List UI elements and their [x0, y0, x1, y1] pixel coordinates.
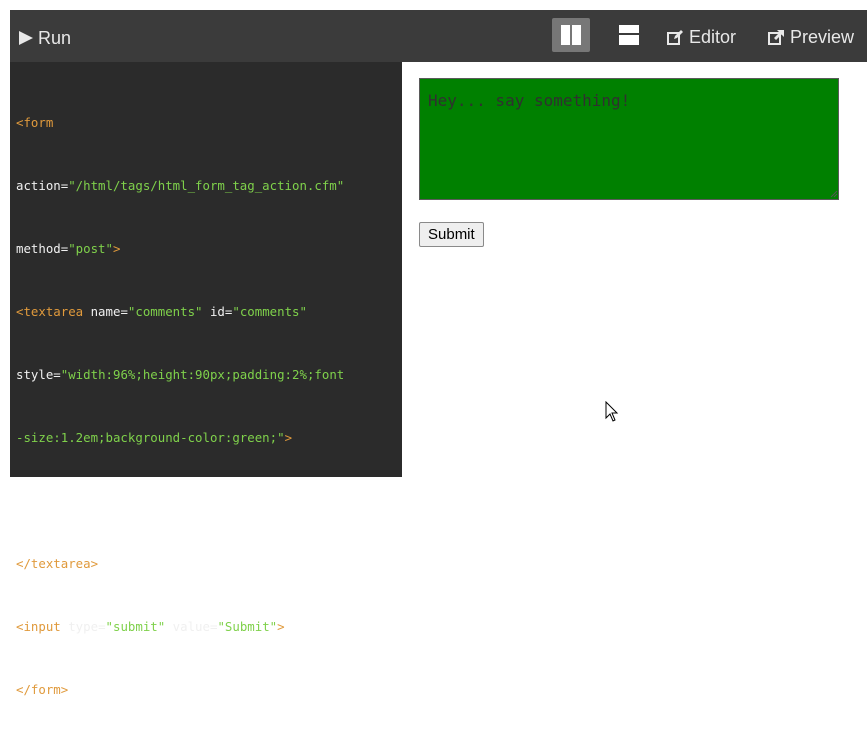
code-value: "comments": [127, 304, 203, 319]
code-tag: </form>: [16, 682, 69, 697]
code-tag: >: [112, 241, 121, 256]
preview-label: Preview: [790, 26, 855, 47]
preview-pane: Hey... say something! Submit: [402, 62, 867, 477]
code-value: "post": [68, 241, 113, 256]
code-line: Hey... say something!: [16, 490, 400, 511]
code-line: <input type="submit" value="Submit">: [16, 616, 400, 637]
resize-grip-icon[interactable]: [830, 190, 838, 198]
code-value: "comments": [232, 304, 307, 319]
code-line: -size:1.2em;background-color:green;">: [16, 427, 400, 448]
code-tag: >: [277, 619, 285, 634]
code-attr: id=: [202, 304, 233, 319]
code-value: "submit": [105, 619, 166, 634]
columns-icon: [561, 25, 581, 45]
code-text-content: Hey... say something!: [16, 493, 173, 508]
code-editor[interactable]: <form action="/html/tags/html_form_tag_a…: [10, 62, 402, 697]
code-value: -size:1.2em;background-color:green;": [16, 430, 285, 445]
submit-button[interactable]: Submit: [419, 222, 484, 247]
code-attr: method=: [16, 241, 69, 256]
code-attr: value=: [165, 619, 218, 634]
code-playground: Run Editor Preview <form action="/html/t…: [10, 10, 867, 697]
code-attr: action=: [16, 178, 69, 193]
code-value: "width:96%;height:90px;padding:2%;font: [60, 367, 345, 382]
code-attr: name=: [83, 304, 128, 319]
comments-textarea[interactable]: Hey... say something!: [419, 78, 839, 200]
layout-stacked-button[interactable]: [610, 18, 648, 52]
rows-icon: [619, 25, 639, 45]
external-link-icon: [768, 29, 784, 45]
editor-label: Editor: [689, 26, 737, 47]
code-value: "/html/tags/html_form_tag_action.cfm": [68, 178, 345, 193]
play-icon: [19, 31, 33, 45]
run-button[interactable]: Run: [18, 24, 71, 52]
editor-button[interactable]: Editor: [667, 25, 736, 49]
code-line: </form>: [16, 679, 400, 700]
run-label: Run: [38, 27, 72, 48]
code-text[interactable]: <form action="/html/tags/html_form_tag_a…: [16, 70, 400, 742]
code-attr: type=: [60, 619, 106, 634]
code-value: "Submit": [217, 619, 278, 634]
code-attr: style=: [16, 367, 61, 382]
toolbar: Run Editor Preview: [10, 10, 867, 62]
code-tag: >: [284, 430, 293, 445]
code-line: method="post">: [16, 238, 400, 259]
code-line: </textarea>: [16, 553, 400, 574]
code-line: <textarea name="comments" id="comments": [16, 301, 400, 322]
preview-button[interactable]: Preview: [768, 25, 854, 49]
code-line: style="width:96%;height:90px;padding:2%;…: [16, 364, 400, 385]
layout-side-by-side-button[interactable]: [552, 18, 590, 52]
code-tag: <input: [16, 619, 61, 634]
code-line: <form: [16, 112, 400, 133]
code-tag: <form: [16, 115, 54, 130]
code-tag: <textarea: [16, 304, 84, 319]
code-tag: </textarea>: [16, 556, 99, 571]
code-line: action="/html/tags/html_form_tag_action.…: [16, 175, 400, 196]
edit-icon: [667, 29, 683, 45]
mouse-cursor-icon: [605, 401, 619, 422]
